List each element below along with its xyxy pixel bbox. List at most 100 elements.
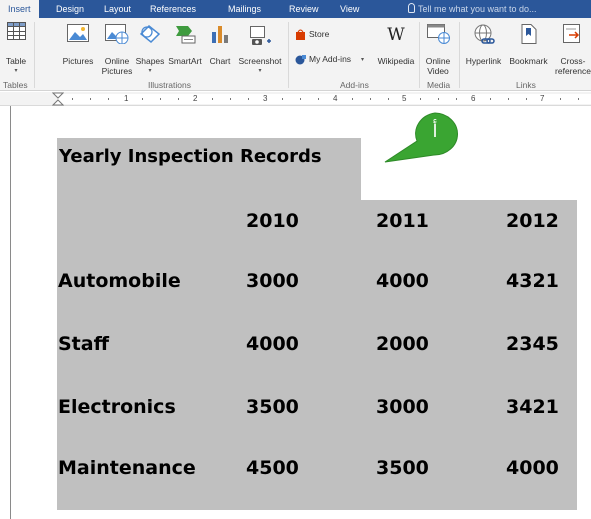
group-divider (288, 22, 289, 88)
online-pictures-label-2: Pictures (101, 66, 133, 76)
ruler-tick (248, 98, 249, 100)
ruler-number: 6 (471, 94, 476, 103)
bookmark-label: Bookmark (509, 56, 548, 66)
my-addins-label: My Add-ins (309, 54, 352, 64)
document-title: Yearly Inspection Records (59, 146, 322, 167)
tell-me-text: Tell me what you want to do... (418, 4, 537, 14)
pictures-icon (67, 24, 89, 42)
tab-review[interactable]: Review (289, 0, 319, 18)
tab-view[interactable]: View (340, 0, 359, 18)
ribbon-tab-bar: Insert Design Layout References Mailings… (0, 0, 591, 18)
wikipedia-icon: W (387, 25, 405, 45)
cross-reference-label-1: Cross- (560, 56, 586, 66)
ruler-number: 3 (263, 94, 268, 103)
smartart-icon (176, 26, 196, 44)
group-label-links: Links (516, 80, 536, 90)
ruler-tick (352, 98, 353, 100)
online-pictures-button[interactable]: Online Pictures (99, 20, 135, 76)
group-divider (34, 22, 35, 88)
shapes-button[interactable]: Shapes ▾ (135, 20, 165, 76)
ruler-tick (388, 98, 389, 100)
row-label: Staff (58, 333, 109, 355)
addins-icon (295, 55, 306, 65)
tab-references[interactable]: References (150, 0, 196, 18)
screenshot-label: Screenshot (238, 56, 282, 66)
tab-design[interactable]: Design (56, 0, 84, 18)
cell-value: 2345 (506, 333, 559, 355)
online-pictures-icon (105, 24, 129, 44)
shapes-label: Shapes (135, 56, 165, 66)
online-video-label-2: Video (427, 66, 449, 76)
group-label-illustrations: Illustrations (148, 80, 191, 90)
ruler-tick (318, 98, 319, 100)
smartart-label: SmartArt (168, 56, 202, 66)
hyperlink-icon (474, 24, 495, 44)
cell-value: 4000 (506, 457, 559, 479)
ruler-number: 2 (193, 94, 198, 103)
cell-value: 3421 (506, 396, 559, 418)
group-divider (419, 22, 420, 88)
ruler-tick (90, 98, 91, 100)
cell-value: 4000 (246, 333, 299, 355)
indent-marker-icon[interactable] (52, 92, 64, 106)
tab-insert[interactable]: Insert (0, 0, 39, 18)
cell-value: 3500 (376, 457, 429, 479)
chevron-down-icon: ▾ (148, 68, 152, 74)
horizontal-ruler[interactable]: 1 2 3 4 5 6 7 (0, 92, 591, 106)
callout-label: أ (432, 121, 438, 142)
ruler-tick (282, 98, 283, 100)
store-button[interactable]: Store (295, 28, 340, 42)
ruler-number: 7 (540, 94, 545, 103)
online-video-button[interactable]: Online Video (421, 20, 455, 76)
chevron-down-icon: ▾ (361, 57, 365, 63)
ruler-tick (178, 98, 179, 100)
cell-value: 4500 (246, 457, 299, 479)
ruler-tick (108, 98, 109, 100)
screenshot-button[interactable]: Screenshot ▾ (235, 20, 285, 76)
store-label: Store (309, 29, 330, 39)
cell-value: 3000 (246, 270, 299, 292)
table-label: Table (5, 56, 27, 66)
cell-value: 4321 (506, 270, 559, 292)
chevron-down-icon: ▾ (258, 68, 262, 74)
page-left-edge (10, 106, 11, 519)
group-label-media: Media (427, 80, 451, 90)
my-addins-button[interactable]: My Add-ins ▾ (295, 53, 370, 67)
ruler-tick (560, 98, 561, 100)
year-header-2011: 2011 (376, 210, 429, 232)
chart-button[interactable]: Chart (205, 20, 235, 76)
bookmark-button[interactable]: Bookmark (506, 20, 551, 76)
group-label-addins: Add-ins (340, 80, 369, 90)
cross-reference-button[interactable]: Cross- reference (551, 20, 591, 76)
smartart-button[interactable]: SmartArt (165, 20, 205, 76)
ruler-tick (300, 98, 301, 100)
ruler-tick (438, 98, 439, 100)
chevron-down-icon: ▾ (14, 68, 18, 74)
pictures-button[interactable]: Pictures (60, 20, 96, 76)
ruler-tick (230, 98, 231, 100)
cell-value: 2000 (376, 333, 429, 355)
tab-layout[interactable]: Layout (104, 0, 131, 18)
hyperlink-button[interactable]: Hyperlink (461, 20, 506, 76)
table-icon (7, 22, 26, 40)
ruler-number: 4 (333, 94, 338, 103)
table-button[interactable]: Table ▾ (1, 20, 31, 76)
ruler-tick (420, 98, 421, 100)
ruler-tick (142, 98, 143, 100)
ruler-tick (160, 98, 161, 100)
ruler-tick (526, 98, 527, 100)
ruler-text-area (58, 94, 591, 104)
tab-mailings[interactable]: Mailings (228, 0, 261, 18)
chart-icon (212, 26, 228, 43)
ruler-tick (578, 98, 579, 100)
ruler-tick (212, 98, 213, 100)
group-label-tables: Tables (3, 80, 28, 90)
row-label: Maintenance (58, 457, 196, 479)
online-video-icon (427, 24, 450, 44)
ribbon-insert-panel: Table ▾ Tables Pictures Online Pictures … (0, 18, 591, 91)
ruler-number: 1 (124, 94, 129, 103)
cell-value: 3500 (246, 396, 299, 418)
tell-me-box[interactable]: Tell me what you want to do... (408, 0, 537, 18)
lightbulb-icon (408, 3, 415, 13)
wikipedia-button[interactable]: W Wikipedia (375, 20, 417, 76)
